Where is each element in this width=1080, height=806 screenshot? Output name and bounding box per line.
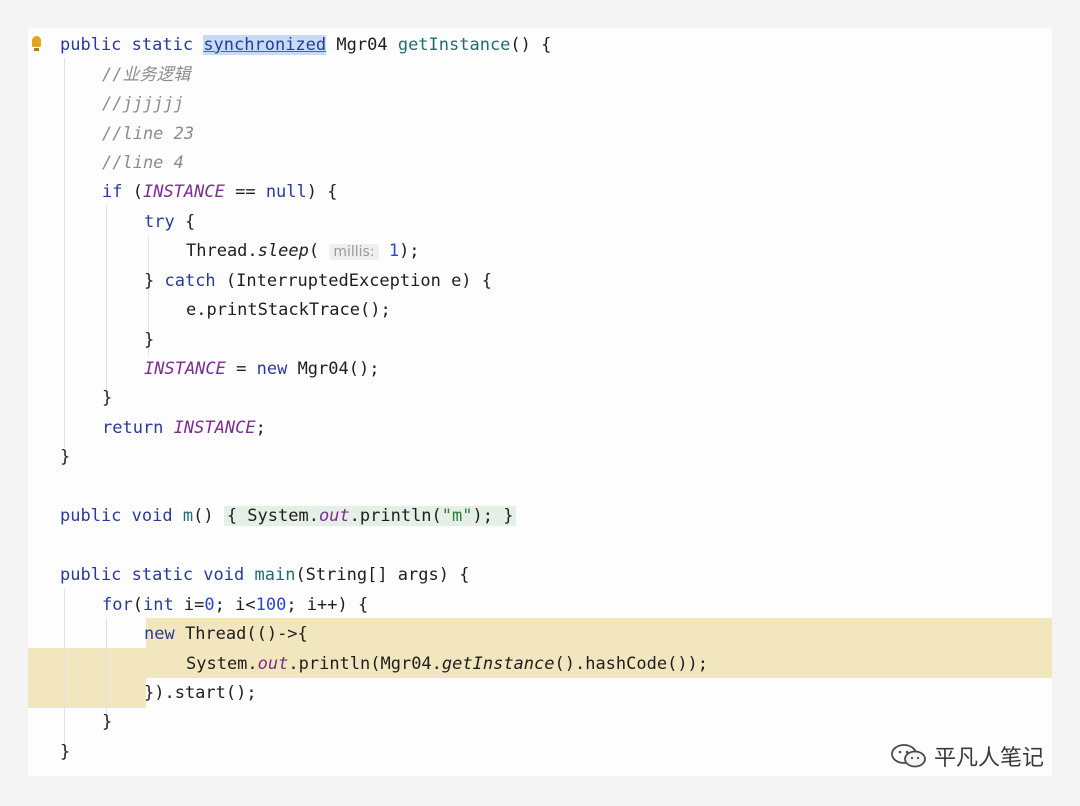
code-comment: //业务逻辑 — [102, 65, 191, 85]
code-line: } — [102, 712, 113, 732]
code-line: try { — [144, 212, 196, 232]
code-line: } catch (InterruptedException e) { — [144, 271, 493, 291]
highlight-row — [28, 678, 146, 708]
wechat-icon — [891, 744, 926, 768]
folded-block[interactable]: { System.out.println("m"); } — [223, 506, 517, 526]
code-comment: //jjjjjj — [102, 94, 184, 114]
code-line: } — [60, 447, 71, 467]
code-line: for(int i=0; i<100; i++) { — [102, 595, 369, 615]
code-comment: //line 23 — [102, 124, 195, 144]
code-line: } — [60, 742, 71, 762]
parameter-hint: millis: — [329, 244, 379, 260]
code-line: } — [102, 388, 113, 408]
code-line: new Thread(()->{ — [144, 624, 308, 644]
code-line: Thread.sleep( millis: 1); — [186, 241, 420, 261]
code-line: INSTANCE = new Mgr04(); — [144, 359, 380, 379]
watermark-text: 平凡人笔记 — [933, 746, 1044, 771]
code-line: if (INSTANCE == null) { — [102, 182, 338, 202]
code-editor[interactable]: public static synchronized Mgr04 getInst… — [28, 28, 1052, 776]
code-line: } — [144, 330, 155, 350]
watermark: 平凡人笔记 — [890, 740, 1044, 772]
indent-guide — [106, 206, 107, 396]
code-line: public static synchronized Mgr04 getInst… — [60, 35, 552, 55]
code-line: }).start(); — [144, 683, 257, 703]
indent-guide — [64, 588, 65, 758]
selected-keyword[interactable]: synchronized — [203, 35, 327, 55]
code-line: public static void main(String[] args) { — [60, 565, 470, 585]
code-line: e.printStackTrace(); — [186, 300, 391, 320]
code-line: return INSTANCE; — [102, 418, 266, 438]
lightbulb-icon[interactable] — [32, 36, 41, 51]
code-comment: //line 4 — [102, 153, 184, 173]
indent-guide — [64, 58, 65, 448]
code-line: System.out.println(Mgr04.getInstance().h… — [186, 654, 709, 674]
code-line: public void m() { System.out.println("m"… — [60, 502, 517, 531]
